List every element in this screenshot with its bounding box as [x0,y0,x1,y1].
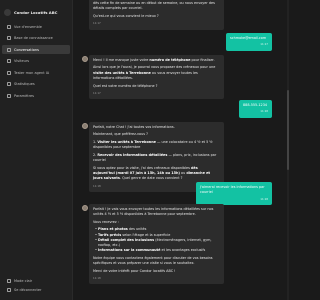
message-time: 11:17 [93,91,101,96]
sidebar-item-settings[interactable]: Paramètres [2,91,70,100]
sidebar-item-label: Conversations [14,47,39,52]
sidebar-nav: Vue d'ensemble Base de connaissance Conv… [0,22,72,100]
sidebar-item-label: Vue d'ensemble [14,24,42,29]
sidebar-item-label: Visiteurs [14,59,30,63]
message-text: Parfait ! Je vais vous envoyer toutes le… [93,207,214,217]
light-mode-label: Mode clair [14,278,33,283]
list-item: Détail complet des inclusions (électromé… [95,238,220,249]
message-text: Si vous optez pour la visite, j'ai des c… [93,165,210,181]
light-mode-toggle[interactable]: Mode clair [2,276,71,285]
sidebar-item-label: Statistiques [14,82,35,86]
list-item: Informations sur la communauté et les av… [95,248,220,254]
chat-icon [7,47,11,52]
bot-avatar [82,123,88,129]
sidebar-item-visitors[interactable]: Visiteurs [2,57,70,66]
chart-icon [7,82,11,86]
message-time: 11:17 [260,42,268,47]
bot-message: dès cette fin de semaine ou en début de … [89,0,224,30]
brand-name: Condor Locatifs ABC [14,9,58,15]
sidebar-item-conversations[interactable]: Conversations [2,45,70,54]
users-icon [7,59,11,63]
sidebar-bottom: Mode clair Se déconnecter [2,276,71,294]
sidebar-item-overview[interactable]: Vue d'ensemble [2,22,70,31]
bot-icon [7,70,11,75]
sidebar-item-label: Paramètres [14,93,34,98]
bot-avatar [82,205,88,211]
bot-message: Parfait ! Je vais vous envoyer toutes le… [89,204,224,285]
chat-panel: dès cette fin de semaine ou en début de … [74,0,290,300]
message-time: 11:18 [93,276,101,281]
message-text: J'aimerai recevoir les informations par … [200,185,265,195]
option-visit: 1. Visiter les unités à Terrebonne — une… [93,139,213,150]
user-message: schmoke@email.com 11:17 [226,33,272,51]
message-text: dès cette fin de semaine ou en début de … [93,1,215,11]
chat-scrollbar[interactable] [287,0,289,300]
message-text: schmoke@email.com [230,36,267,40]
option-info: 2. Recevoir des informations détaillées … [93,152,217,163]
message-time: 11:17 [93,21,101,26]
message-time: 11:18 [260,196,268,201]
gear-icon [7,93,11,98]
sidebar-item-knowledge-base[interactable]: Base de connaissance [2,34,70,43]
sidebar-item-label: Base de connaissance [14,36,53,40]
bot-message: Merci ! Il me manque juste votre numéro … [89,55,224,100]
message-text: Quel est votre numéro de téléphone ? [93,83,158,88]
message-text: Notre équipe vous contactera également p… [93,255,213,266]
logout-icon [7,287,11,292]
sidebar: Condor Locatifs ABC Vue d'ensemble Base … [0,0,73,300]
grid-icon [7,24,11,29]
scrollbar-thumb[interactable] [287,90,289,170]
message-text: Merci de votre intérêt pour Condor locat… [93,268,176,273]
user-message: J'aimerai recevoir les informations par … [196,182,272,205]
message-text: Qu'est-ce qui vous convient le mieux ? [93,13,159,18]
message-text: Ainsi lors que je l'aurai, je pourrai vo… [93,65,216,81]
brand-logo [4,8,11,16]
sidebar-item-test-agent[interactable]: Tester mon agent IA [2,68,70,77]
sun-icon [7,278,11,283]
message-text: Parfait, notre Chat ! J'ai toutes vos in… [93,125,175,129]
sidebar-item-label: Tester mon agent IA [14,70,50,75]
bot-avatar [82,56,88,62]
logout-button[interactable]: Se déconnecter [2,285,71,294]
message-text: Merci ! Il me manque juste votre numéro … [93,58,215,62]
info-list: Plans et photos des unités Tarifs précis… [93,227,220,254]
book-icon [7,36,11,40]
message-text: 888-555-1234 [243,103,268,107]
message-text: Vous recevrez : [93,219,119,224]
sidebar-item-statistics[interactable]: Statistiques [2,80,70,89]
message-text: Maintenant, que préférez-vous ? [93,132,148,137]
logout-label: Se déconnecter [14,287,42,292]
user-message: 888-555-1234 11:18 [239,100,272,118]
message-time: 11:18 [260,109,268,114]
brand: Condor Locatifs ABC [0,0,72,18]
